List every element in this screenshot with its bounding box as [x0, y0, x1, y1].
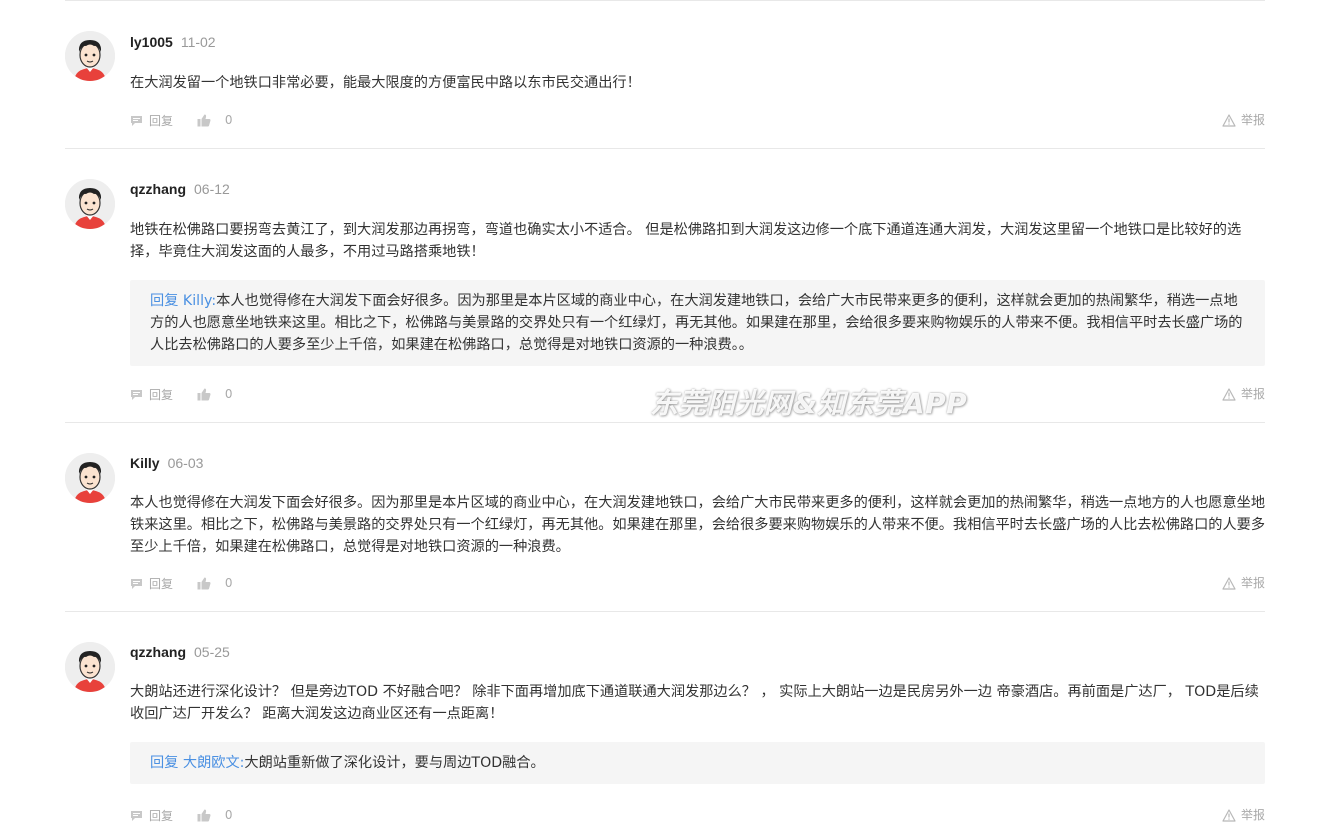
comment-date: 06-03: [167, 455, 204, 471]
report-button[interactable]: 举报: [1222, 111, 1265, 129]
reply-button[interactable]: 回复: [130, 575, 173, 593]
username[interactable]: qzzhang: [130, 644, 186, 660]
comment-item: ly1005 11-02 在大润发留一个地铁口非常必要，能最大限度的方便富民中路以…: [65, 0, 1265, 148]
like-button[interactable]: 0: [197, 385, 233, 403]
default-user-avatar-icon: [65, 642, 115, 692]
comment-date: 11-02: [180, 34, 216, 50]
report-label: 举报: [1240, 576, 1265, 590]
reply-button[interactable]: 回复: [130, 112, 173, 130]
thumbs-up-icon: [197, 388, 211, 400]
report-button[interactable]: 举报: [1222, 385, 1265, 403]
reply-label: 回复: [149, 387, 174, 402]
thumbs-up-icon: [197, 577, 211, 589]
quoted-reply: 回复 Killy:本人也觉得修在大润发下面会好很多。因为那里是本片区域的商业中心…: [130, 280, 1265, 366]
comment-actions: 回复 0 举报: [130, 574, 1265, 592]
like-button[interactable]: 0: [197, 111, 233, 129]
username[interactable]: Killy: [130, 455, 160, 471]
comment-text: 大朗站还进行深化设计？ 但是旁边TOD 不好融合吧？ 除非下面再增加底下通道联通…: [130, 684, 1259, 722]
like-count: 0: [224, 808, 233, 822]
like-count: 0: [224, 576, 233, 590]
report-button[interactable]: 举报: [1222, 574, 1265, 592]
reply-button[interactable]: 回复: [130, 386, 173, 404]
comment-bubble-icon: [131, 389, 142, 400]
watermark: 东莞阳光网&知东莞APP: [650, 387, 968, 420]
reply-target-label[interactable]: 回复 大朗欧文:: [150, 755, 244, 771]
username[interactable]: ly1005: [130, 34, 173, 50]
comment-actions: 回复 0 举报: [130, 111, 1265, 129]
like-button[interactable]: 0: [197, 574, 233, 592]
report-label: 举报: [1240, 387, 1265, 401]
like-button[interactable]: 0: [197, 806, 233, 824]
avatar[interactable]: [65, 453, 115, 503]
comment-bubble-icon: [131, 810, 142, 821]
comment-bubble-icon: [131, 115, 142, 126]
default-user-avatar-icon: [65, 31, 115, 81]
comment-item: qzzhang 06-12 地铁在松佛路口要拐弯去黄江了，到大润发那边再拐弯，弯道…: [65, 148, 1265, 422]
comment-text: 地铁在松佛路口要拐弯去黄江了，到大润发那边再拐弯，弯道也确实太小不适合。 但是松…: [130, 222, 1242, 260]
reply-target-label[interactable]: 回复 Killy:: [150, 293, 216, 309]
comment-item: qzzhang 05-25 大朗站还进行深化设计？ 但是旁边TOD 不好融合吧？ …: [65, 611, 1265, 839]
avatar[interactable]: [65, 179, 115, 229]
like-count: 0: [224, 387, 233, 401]
default-user-avatar-icon: [65, 179, 115, 229]
like-count: 0: [224, 113, 233, 127]
comment-item: Killy 06-03 本人也觉得修在大润发下面会好很多。因为那里是本片区域的商业…: [65, 422, 1265, 611]
thumbs-up-icon: [197, 809, 211, 821]
comment-actions: 回复 0 举报: [130, 806, 1265, 824]
reply-button[interactable]: 回复: [130, 807, 173, 825]
warning-triangle-icon: [1222, 808, 1236, 822]
report-button[interactable]: 举报: [1222, 806, 1265, 824]
reply-label: 回复: [149, 576, 174, 591]
quoted-text: 大朗站重新做了深化设计，要与周边TOD融合。: [244, 755, 545, 771]
thumbs-up-icon: [197, 114, 211, 126]
comment-date: 06-12: [194, 181, 230, 197]
comment-bubble-icon: [131, 578, 142, 589]
quoted-reply: 回复 大朗欧文:大朗站重新做了深化设计，要与周边TOD融合。: [130, 742, 1265, 784]
username[interactable]: qzzhang: [130, 181, 186, 197]
warning-triangle-icon: [1222, 113, 1236, 127]
comment-date: 05-25: [194, 644, 230, 660]
default-user-avatar-icon: [65, 453, 115, 503]
report-label: 举报: [1240, 113, 1265, 127]
comment-text: 本人也觉得修在大润发下面会好很多。因为那里是本片区域的商业中心，在大润发建地铁口…: [130, 495, 1266, 555]
reply-label: 回复: [149, 113, 174, 128]
warning-triangle-icon: [1222, 576, 1236, 590]
reply-label: 回复: [149, 808, 174, 823]
quoted-text: 本人也觉得修在大润发下面会好很多。因为那里是本片区域的商业中心，在大润发建地铁口…: [150, 293, 1243, 353]
warning-triangle-icon: [1222, 387, 1236, 401]
avatar[interactable]: [65, 31, 115, 81]
report-label: 举报: [1240, 808, 1265, 822]
avatar[interactable]: [65, 642, 115, 692]
comment-text: 在大润发留一个地铁口非常必要，能最大限度的方便富民中路以东市民交通出行！: [130, 75, 641, 91]
